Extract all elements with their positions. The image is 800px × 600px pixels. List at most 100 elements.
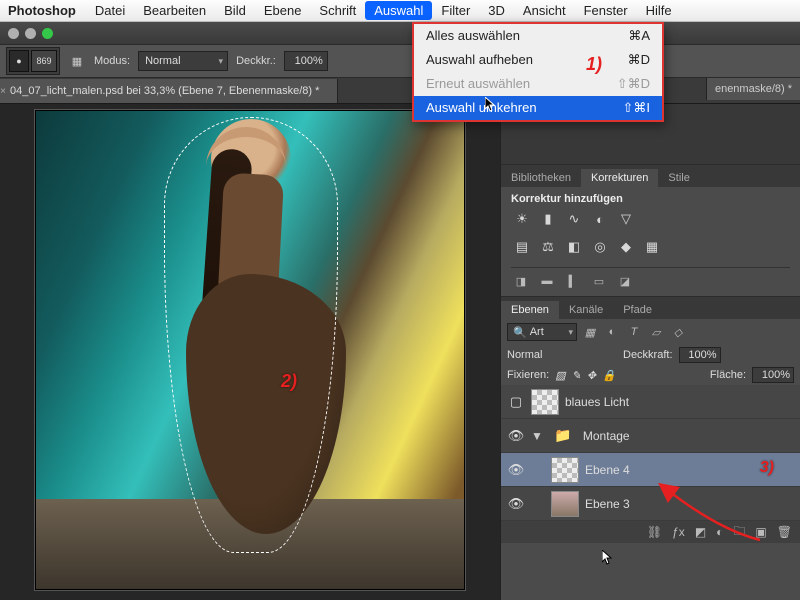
layer-name[interactable]: Ebene 3 bbox=[585, 497, 794, 511]
layers-footer: ⛓ ƒx ◩ ◐ 🗀 ▣ 🗑 bbox=[501, 521, 800, 543]
vibrance-icon[interactable]: ▽ bbox=[615, 209, 637, 229]
exposure-icon[interactable]: ◐ bbox=[589, 209, 611, 229]
posterize-icon[interactable]: ▬ bbox=[537, 272, 557, 290]
menu-item-alles-auswaehlen[interactable]: Alles auswählen ⌘A bbox=[414, 24, 662, 48]
gradientmap-icon[interactable]: ▭ bbox=[589, 272, 609, 290]
tab-ebenen[interactable]: Ebenen bbox=[501, 301, 559, 319]
filter-type-icon[interactable]: T bbox=[625, 323, 643, 341]
adjustment-icons-row2: ▤ ⚖ ◧ ◎ ◆ ▦ bbox=[511, 233, 790, 261]
panel-dock: Bibliotheken Korrekturen Stile Korrektur… bbox=[500, 104, 800, 600]
layer-row[interactable]: 👁 Ebene 3 bbox=[501, 487, 800, 521]
curves-icon[interactable]: ∿ bbox=[563, 209, 585, 229]
invert-icon[interactable]: ◨ bbox=[511, 272, 531, 290]
layer-row[interactable]: ▢ blaues Licht bbox=[501, 385, 800, 419]
menu-ansicht[interactable]: Ansicht bbox=[514, 1, 575, 20]
new-group-icon[interactable]: 🗀 bbox=[733, 522, 745, 543]
filter-shape-icon[interactable]: ▱ bbox=[647, 323, 665, 341]
menu-filter[interactable]: Filter bbox=[432, 1, 479, 20]
levels-icon[interactable]: ▮ bbox=[537, 209, 559, 229]
adjustments-panel: Bibliotheken Korrekturen Stile Korrektur… bbox=[501, 164, 800, 296]
close-tab-icon[interactable] bbox=[0, 86, 8, 96]
opacity-input[interactable]: 100% bbox=[284, 51, 328, 71]
colorlookup-icon[interactable]: ▦ bbox=[641, 237, 663, 257]
layer-filter-select[interactable]: 🔍 Art bbox=[507, 323, 577, 341]
visibility-toggle[interactable]: 👁 bbox=[507, 462, 525, 478]
layer-thumbnail bbox=[551, 491, 579, 517]
new-layer-icon[interactable]: ▣ bbox=[755, 525, 766, 539]
layer-opacity-input[interactable]: 100% bbox=[679, 347, 721, 363]
menu-item-auswahl-umkehren[interactable]: Auswahl umkehren ⇧⌘I bbox=[414, 96, 662, 120]
colorbalance-icon[interactable]: ⚖ bbox=[537, 237, 559, 257]
menu-auswahl[interactable]: Auswahl bbox=[365, 1, 432, 20]
menu-item-auswahl-aufheben[interactable]: Auswahl aufheben ⌘D bbox=[414, 48, 662, 72]
visibility-toggle[interactable]: 👁 bbox=[507, 428, 525, 444]
lock-all-icon[interactable]: 🔒 bbox=[602, 369, 616, 382]
brush-thumbnail-icon: ● bbox=[9, 50, 29, 72]
hue-icon[interactable]: ▤ bbox=[511, 237, 533, 257]
channelmixer-icon[interactable]: ◆ bbox=[615, 237, 637, 257]
filter-pixel-icon[interactable]: ▦ bbox=[581, 323, 599, 341]
lock-transparent-icon[interactable]: ▨ bbox=[555, 369, 565, 382]
layers-panel: Ebenen Kanäle Pfade 🔍 Art ▦ ◐ T ▱ ◇ Norm… bbox=[501, 296, 800, 600]
menu-fenster[interactable]: Fenster bbox=[575, 1, 637, 20]
menu-datei[interactable]: Datei bbox=[86, 1, 134, 20]
tab-stile[interactable]: Stile bbox=[658, 169, 699, 187]
mask-icon[interactable]: ◩ bbox=[695, 525, 706, 539]
adjustment-icons-row1: ☀ ▮ ∿ ◐ ▽ bbox=[511, 205, 790, 233]
lock-pixels-icon[interactable]: ✎ bbox=[572, 369, 581, 382]
layer-blend-select[interactable]: Normal bbox=[507, 349, 617, 361]
bw-icon[interactable]: ◧ bbox=[563, 237, 585, 257]
selectivecolor-icon[interactable]: ◪ bbox=[615, 272, 635, 290]
menu-hilfe[interactable]: Hilfe bbox=[637, 1, 681, 20]
minimize-window-button[interactable] bbox=[25, 28, 36, 39]
options-bar: ● 869 ▦ Modus: Normal Deckkr.: 100% bbox=[0, 44, 800, 78]
brightness-icon[interactable]: ☀ bbox=[511, 209, 533, 229]
workspace: 2) Bibliotheken Korrekturen Stile Korrek… bbox=[0, 104, 800, 600]
visibility-toggle[interactable]: ▢ bbox=[507, 394, 525, 410]
brush-panel-toggle-icon[interactable]: ▦ bbox=[68, 50, 86, 72]
document-tab[interactable]: 04_07_licht_malen.psd bei 33,3% (Ebene 7… bbox=[0, 79, 338, 103]
fill-input[interactable]: 100% bbox=[752, 367, 794, 383]
layer-name[interactable]: blaues Licht bbox=[565, 395, 794, 409]
menu-bearbeiten[interactable]: Bearbeiten bbox=[134, 1, 215, 20]
link-layers-icon[interactable]: ⛓ bbox=[647, 525, 662, 539]
close-window-button[interactable] bbox=[8, 28, 19, 39]
menu-bild[interactable]: Bild bbox=[215, 1, 255, 20]
layer-row[interactable]: 👁 ▼ 📁 Montage bbox=[501, 419, 800, 453]
brush-preset-picker[interactable]: ● 869 bbox=[6, 47, 60, 75]
canvas-image: 2) bbox=[35, 110, 465, 590]
layer-row-selected[interactable]: 👁 Ebene 4 3) bbox=[501, 453, 800, 487]
opacity-label: Deckkr.: bbox=[236, 55, 276, 67]
layer-name[interactable]: Montage bbox=[583, 429, 794, 443]
layer-thumbnail bbox=[551, 457, 579, 483]
canvas-area[interactable]: 2) bbox=[0, 104, 500, 600]
filter-adjust-icon[interactable]: ◐ bbox=[603, 323, 621, 341]
annotation-1: 1) bbox=[586, 54, 602, 75]
mode-label: Modus: bbox=[94, 55, 130, 67]
tab-bibliotheken[interactable]: Bibliotheken bbox=[501, 169, 581, 187]
folder-icon: 📁 bbox=[549, 423, 577, 449]
lock-position-icon[interactable]: ✥ bbox=[587, 369, 596, 382]
document-tab-overflow[interactable]: enenmaske/8) * bbox=[706, 78, 800, 100]
new-adjustment-icon[interactable]: ◐ bbox=[716, 525, 723, 539]
fx-icon[interactable]: ƒx bbox=[672, 525, 685, 539]
menu-3d[interactable]: 3D bbox=[479, 1, 514, 20]
delete-layer-icon[interactable]: 🗑 bbox=[777, 525, 792, 539]
maximize-window-button[interactable] bbox=[42, 28, 53, 39]
macos-menubar: Photoshop Datei Bearbeiten Bild Ebene Sc… bbox=[0, 0, 800, 22]
menu-ebene[interactable]: Ebene bbox=[255, 1, 311, 20]
menu-schrift[interactable]: Schrift bbox=[310, 1, 365, 20]
app-name: Photoshop bbox=[8, 3, 76, 18]
threshold-icon[interactable]: ▍ bbox=[563, 272, 583, 290]
annotation-2: 2) bbox=[281, 371, 297, 392]
lock-label: Fixieren: bbox=[507, 369, 549, 381]
filter-smart-icon[interactable]: ◇ bbox=[669, 323, 687, 341]
adjustments-heading: Korrektur hinzufügen bbox=[511, 193, 790, 205]
tab-kanaele[interactable]: Kanäle bbox=[559, 301, 613, 319]
layer-opacity-label: Deckkraft: bbox=[623, 349, 673, 361]
tab-korrekturen[interactable]: Korrekturen bbox=[581, 169, 658, 187]
photofilter-icon[interactable]: ◎ bbox=[589, 237, 611, 257]
visibility-toggle[interactable]: 👁 bbox=[507, 496, 525, 512]
tab-pfade[interactable]: Pfade bbox=[613, 301, 662, 319]
blend-mode-select[interactable]: Normal bbox=[138, 51, 228, 71]
